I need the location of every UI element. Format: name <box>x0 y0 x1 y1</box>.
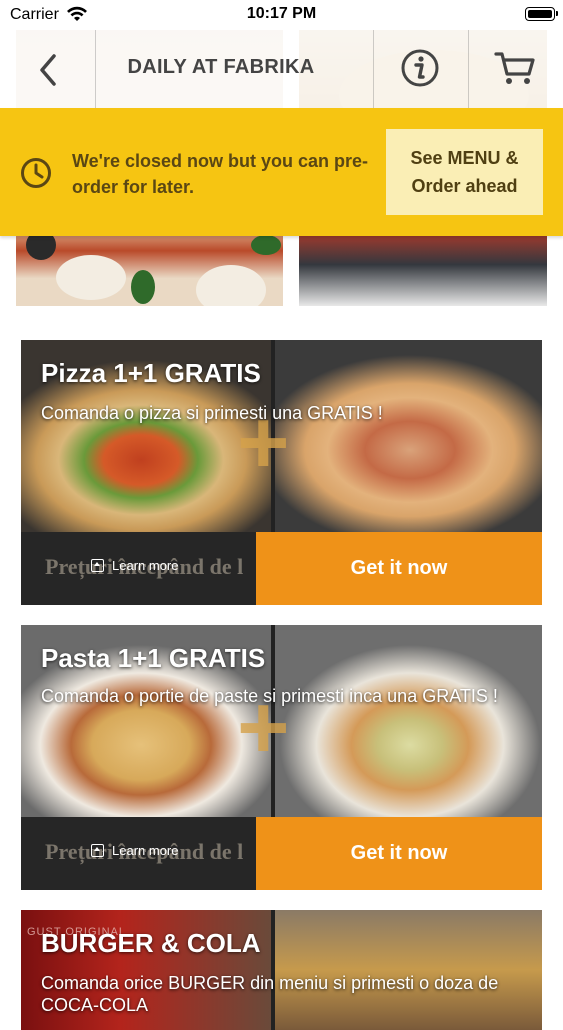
learn-more-area: Prețuri începând de l Learn more <box>21 532 256 605</box>
clock-time: 10:17 PM <box>246 5 317 22</box>
promo-card-pasta[interactable]: + Pasta 1+1 GRATIS Comanda o portie de p… <box>21 625 542 890</box>
promo-card-pizza[interactable]: + Pizza 1+1 GRATIS Comanda o pizza si pr… <box>21 340 542 605</box>
see-menu-order-ahead-button[interactable]: See MENU & Order ahead <box>386 129 543 215</box>
get-it-now-button[interactable]: Get it now <box>256 532 542 605</box>
closed-banner: We're closed now but you can pre-order f… <box>0 108 563 236</box>
get-it-now-button[interactable]: Get it now <box>256 817 542 890</box>
learn-more-link[interactable]: Learn more <box>91 558 178 573</box>
promo-description: Comanda o pizza si primesti una GRATIS ! <box>41 403 383 423</box>
clock-icon <box>21 158 51 188</box>
learn-more-label: Learn more <box>112 843 179 858</box>
promo-description: Comanda o portie de paste si primesti in… <box>41 686 498 706</box>
learn-more-icon <box>91 844 104 857</box>
battery-icon <box>525 7 558 21</box>
promo-title: BURGER & COLA <box>41 928 261 958</box>
cart-icon[interactable] <box>494 50 536 86</box>
status-bar: Carrier 10:17 PM <box>0 0 563 30</box>
promo-description: Comanda orice BURGER din meniu si primes… <box>41 973 499 1015</box>
learn-more-link[interactable]: Learn more <box>91 843 178 858</box>
page-title: DAILY AT FABRIKA <box>127 56 315 78</box>
closed-message: We're closed now but you can pre-order f… <box>72 151 368 197</box>
chevron-left-icon[interactable] <box>34 50 62 90</box>
promo-card-burger[interactable]: GUST ORIGINAL BURGER & COLA Comanda oric… <box>21 910 542 1030</box>
learn-more-label: Learn more <box>112 558 179 573</box>
promo-title: Pizza 1+1 GRATIS <box>41 358 261 388</box>
promo-title: Pasta 1+1 GRATIS <box>41 643 266 673</box>
info-icon[interactable] <box>400 48 440 88</box>
header-nav: DAILY AT FABRIKA <box>0 30 563 108</box>
learn-more-icon <box>91 559 104 572</box>
learn-more-area: Prețuri începând de l Learn more <box>21 817 256 890</box>
